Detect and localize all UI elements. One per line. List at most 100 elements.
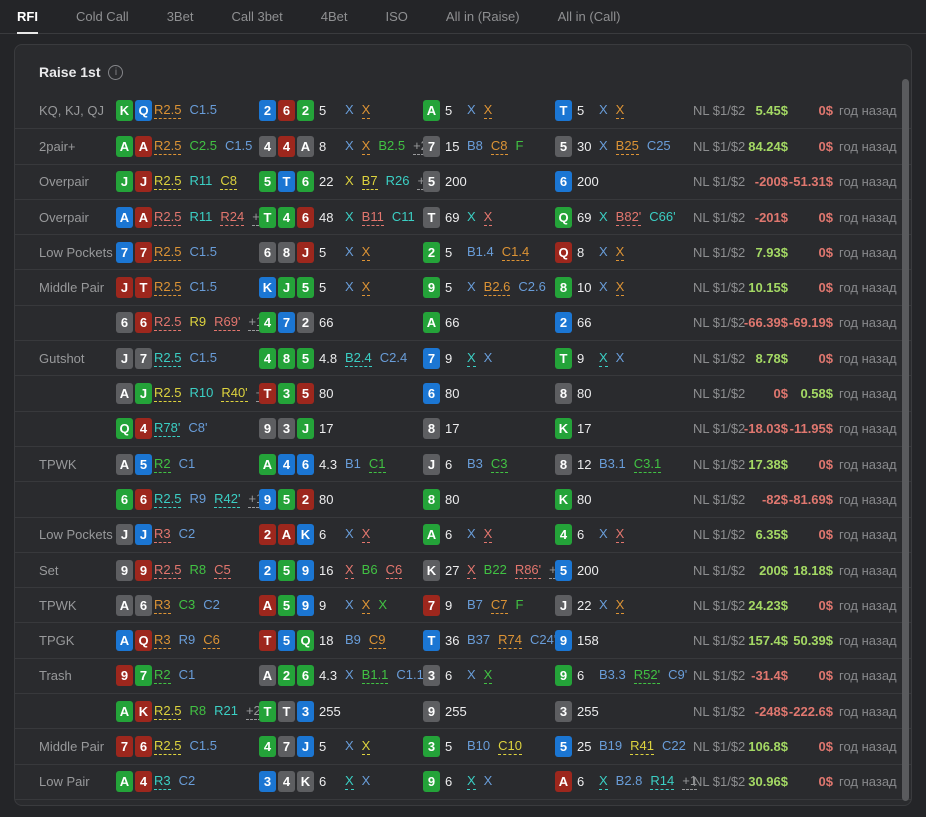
hand-row[interactable]: Low Pockets J J R3 C2 2 A K 6 X X A 6 X X 4 6 X X NL $1/$2 6… xyxy=(15,516,911,552)
info-icon[interactable]: i xyxy=(108,64,124,80)
flop-pot: 18 xyxy=(319,633,334,649)
action: X xyxy=(361,102,371,120)
flop-cards: A46 xyxy=(259,453,319,475)
hand-row[interactable]: Middle Pair J T R2.5 C1.5 K J 5 5 X X 9 5 X B2.6 C2.6 8 1… xyxy=(15,269,911,304)
river-card: 2 xyxy=(555,312,577,334)
action: R8 xyxy=(189,561,207,577)
card: 7 xyxy=(278,735,295,757)
hole-cards: KQ xyxy=(116,100,154,122)
time-ago: год назад xyxy=(839,703,897,719)
river-card: 8 xyxy=(555,453,577,475)
action: R10 xyxy=(189,385,214,401)
action: R3 xyxy=(154,526,171,544)
card: 5 xyxy=(278,594,295,616)
action: C1 xyxy=(178,667,196,683)
card: 3 xyxy=(259,771,276,793)
river-actions: XX xyxy=(599,350,693,367)
hand-row[interactable]: Gutshot J 7 R2.5 C1.5 4 8 5 4.8 B2.4 C2.4 7 9 X X T 9 X X N… xyxy=(15,340,911,375)
hand-label: Trash xyxy=(39,668,72,684)
turn-pot: 80 xyxy=(445,491,460,507)
tab-cold-call[interactable]: Cold Call xyxy=(76,0,129,33)
hand-row[interactable]: TPGK A Q R3 R9 C6 T 5 Q 18 B9 C9 T 36 B37 R74 C24' 9 158 NL… xyxy=(15,622,911,657)
action: X xyxy=(345,526,354,542)
card: Q xyxy=(555,241,572,263)
hand-row[interactable]: Q 4 R78' C8' 9 3 J 17 8 17 K 17 NL $1/$2 -18.03$ -11.9… xyxy=(15,410,911,446)
action: C22 xyxy=(662,737,686,753)
hand-row[interactable]: Low Pair A 4 R3 C2 3 4 K 6 X X 9 6 X X A 6 X B2.8 R14 +1 NL $… xyxy=(15,763,911,799)
hand-row[interactable]: Trash 9 7 R2 C1 A 2 6 4.3 X B1.1 C1.1 3 6 X X 9 6 B3.3 R52'… xyxy=(15,657,911,693)
tab-call-3bet[interactable]: Call 3bet xyxy=(231,0,282,33)
flop-pot: 255 xyxy=(319,703,341,719)
tab-all-in-call[interactable]: All in (Call) xyxy=(558,0,621,33)
result-primary: 157.4$ xyxy=(748,633,788,649)
card: J xyxy=(555,594,572,616)
card: 7 xyxy=(116,241,133,263)
preflop-actions: R2.5 R9 R42' +1 xyxy=(154,491,264,508)
card: 7 xyxy=(135,665,152,687)
turn-actions: XX xyxy=(467,350,555,367)
river-card: A xyxy=(555,771,577,793)
action: R2.5 xyxy=(154,737,182,755)
river-actions: XX xyxy=(599,597,693,614)
stakes: NL $1/$2 xyxy=(693,597,746,613)
turn-pot: 5 xyxy=(445,103,453,119)
tab-iso[interactable]: ISO xyxy=(386,0,408,33)
hand-row[interactable]: 6 6 R2.5 R9 R69' +1 4 7 2 66 A 66 2 66 NL $1/$2 -66.39$… xyxy=(15,304,911,340)
card: 6 xyxy=(135,312,152,334)
hand-row[interactable]: 2pair+ A A R2.5 C2.5 C1.5 4 4 A 8 X X B2.5 +2 7 15 B8 C8 F… xyxy=(15,128,911,163)
card: 5 xyxy=(259,171,276,193)
tab-rfi[interactable]: RFI xyxy=(17,0,38,34)
action: X xyxy=(361,243,371,261)
hand-row[interactable]: OverpairAAR2.5R11R24+1T4648XB11C11T69XXQ… xyxy=(15,198,911,234)
action: R2 xyxy=(154,455,171,473)
card: 6 xyxy=(423,383,440,405)
tab-3bet[interactable]: 3Bet xyxy=(167,0,194,33)
hand-row[interactable]: Middle Pair 7 6 R2.5 C1.5 4 7 J 5 X X 3 5 B10 C10 5 25 B1… xyxy=(15,728,911,763)
action: C1.5 xyxy=(189,737,217,753)
flop-cards: 5T6 xyxy=(259,171,319,193)
card: 5 xyxy=(297,383,314,405)
hand-row[interactable]: OverpairJJR2.5R11C85T622XB7R26+252006200… xyxy=(15,163,911,199)
preflop-actions: R2 C1 xyxy=(154,667,259,685)
action: X xyxy=(483,526,493,544)
card: J xyxy=(116,277,133,299)
hand-label: Middle Pair xyxy=(39,738,105,754)
scrollbar-thumb[interactable] xyxy=(902,79,909,801)
action: R26 xyxy=(385,173,410,189)
card: 2 xyxy=(259,524,276,546)
card: A xyxy=(135,206,152,228)
hand-row[interactable]: Low Pockets 7 7 R2.5 C1.5 6 8 J 5 X X 2 5 B1.4 C1.4 Q 8 X… xyxy=(15,234,911,269)
action: X xyxy=(467,102,476,118)
action: C2 xyxy=(178,773,196,789)
turn-actions: XX xyxy=(467,773,555,791)
hand-row[interactable]: Set99R2.5R8C525916XB6C6K27XB22R86'+15200… xyxy=(15,551,911,587)
flop-cards: A26 xyxy=(259,665,319,687)
hand-row[interactable]: KQ, KJ, QJ K Q R2.5 C1.5 2 6 2 5 X X A 5 X X T 5 X X NL $1/… xyxy=(15,93,911,128)
hand-row[interactable]: A K R2.5 R8 R21 +2 T T 3 255 9 255 3 255 NL $1/$2 -248$… xyxy=(15,693,911,728)
hand-row[interactable]: TPWK A 5 R2 C1 A 4 6 4.3 B1 C1 J 6 B3 C3 8 12 B3.1 C3.1 NL … xyxy=(15,445,911,481)
turn-pot: 6 xyxy=(445,774,453,790)
action: X xyxy=(467,561,476,579)
time-ago: год назад xyxy=(839,315,897,331)
turn-pot: 9 xyxy=(445,350,453,366)
hand-row[interactable]: TPWK A 6 R3 C3 C2 A 5 9 9 X X X 7 9 B7 C7 F J 22 X X NL $1/$2 2… xyxy=(15,587,911,622)
action: R8 xyxy=(189,702,207,718)
river-actions: X B25 C25 xyxy=(599,138,693,155)
action: C2 xyxy=(203,596,220,612)
hand-row[interactable]: 6 6 R2.5 R9 R42' +1 9 5 2 80 8 80 K 80 NL $1/$2 -82$ -81… xyxy=(15,481,911,516)
hand-row[interactable]: AJR2.5R10R40'+1T3580680880NL $1/$20$0.58… xyxy=(15,375,911,410)
river-actions: B3.1 C3.1 xyxy=(599,456,693,473)
tab-4bet[interactable]: 4Bet xyxy=(321,0,348,33)
card: 2 xyxy=(423,241,440,263)
preflop-actions: R2.5R10R40'+1 xyxy=(154,385,271,403)
card: A xyxy=(116,206,133,228)
tab-all-in-raise[interactable]: All in (Raise) xyxy=(446,0,520,33)
river-card: 4 xyxy=(555,524,577,546)
card: 6 xyxy=(135,594,152,616)
hand-row[interactable] xyxy=(15,798,911,805)
hole-cards: A5 xyxy=(116,453,154,475)
card: 3 xyxy=(297,700,314,722)
card: J xyxy=(135,171,152,193)
river-card: Q xyxy=(555,241,577,263)
action: X xyxy=(483,667,493,685)
